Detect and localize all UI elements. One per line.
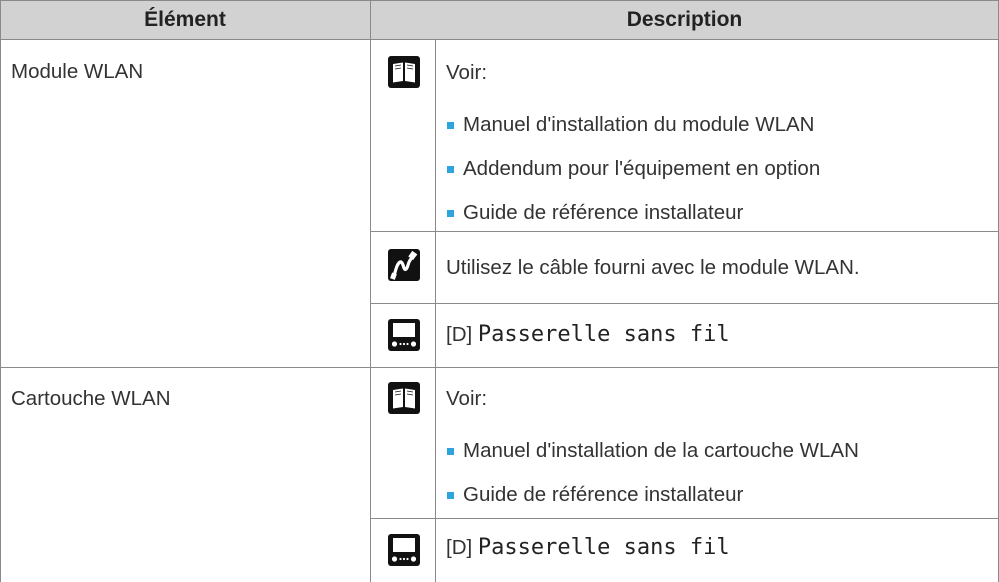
controller-icon — [388, 534, 420, 566]
bullet-icon — [447, 448, 454, 455]
grid-line — [435, 40, 436, 582]
list-item: Addendum pour l'équipement en option — [463, 157, 821, 180]
bullet-icon — [447, 166, 454, 173]
list-item: Guide de référence installateur — [463, 201, 744, 224]
menu-prefix: [D] — [446, 536, 473, 559]
row-element-label: Cartouche WLAN — [11, 387, 171, 410]
bullet-icon — [447, 492, 454, 499]
list-item: Guide de référence installateur — [463, 483, 744, 506]
bullet-icon — [447, 210, 454, 217]
see-label: Voir: — [446, 387, 488, 410]
menu-code: Passerelle sans fil — [477, 535, 730, 560]
header-description: Description — [370, 0, 999, 40]
grid-line — [370, 0, 371, 582]
bullet-icon — [447, 122, 454, 129]
grid-line — [0, 0, 1, 582]
menu-reference: [D] Passerelle sans fil — [446, 322, 730, 348]
menu-prefix: [D] — [446, 323, 473, 346]
book-icon — [388, 56, 420, 88]
grid-line — [0, 367, 999, 368]
book-icon — [388, 382, 420, 414]
see-label: Voir: — [446, 61, 488, 84]
cable-note: Utilisez le câble fourni avec le module … — [446, 256, 860, 279]
menu-reference: [D] Passerelle sans fil — [446, 535, 730, 561]
list-item: Manuel d'installation du module WLAN — [463, 113, 815, 136]
grid-line — [370, 231, 999, 232]
cable-icon — [388, 249, 420, 281]
grid-line — [370, 518, 999, 519]
row-element-label: Module WLAN — [11, 60, 144, 83]
grid-line — [370, 303, 999, 304]
controller-icon — [388, 319, 420, 351]
header-element: Élément — [0, 0, 370, 40]
menu-code: Passerelle sans fil — [477, 322, 730, 347]
list-item: Manuel d'installation de la cartouche WL… — [463, 439, 859, 462]
